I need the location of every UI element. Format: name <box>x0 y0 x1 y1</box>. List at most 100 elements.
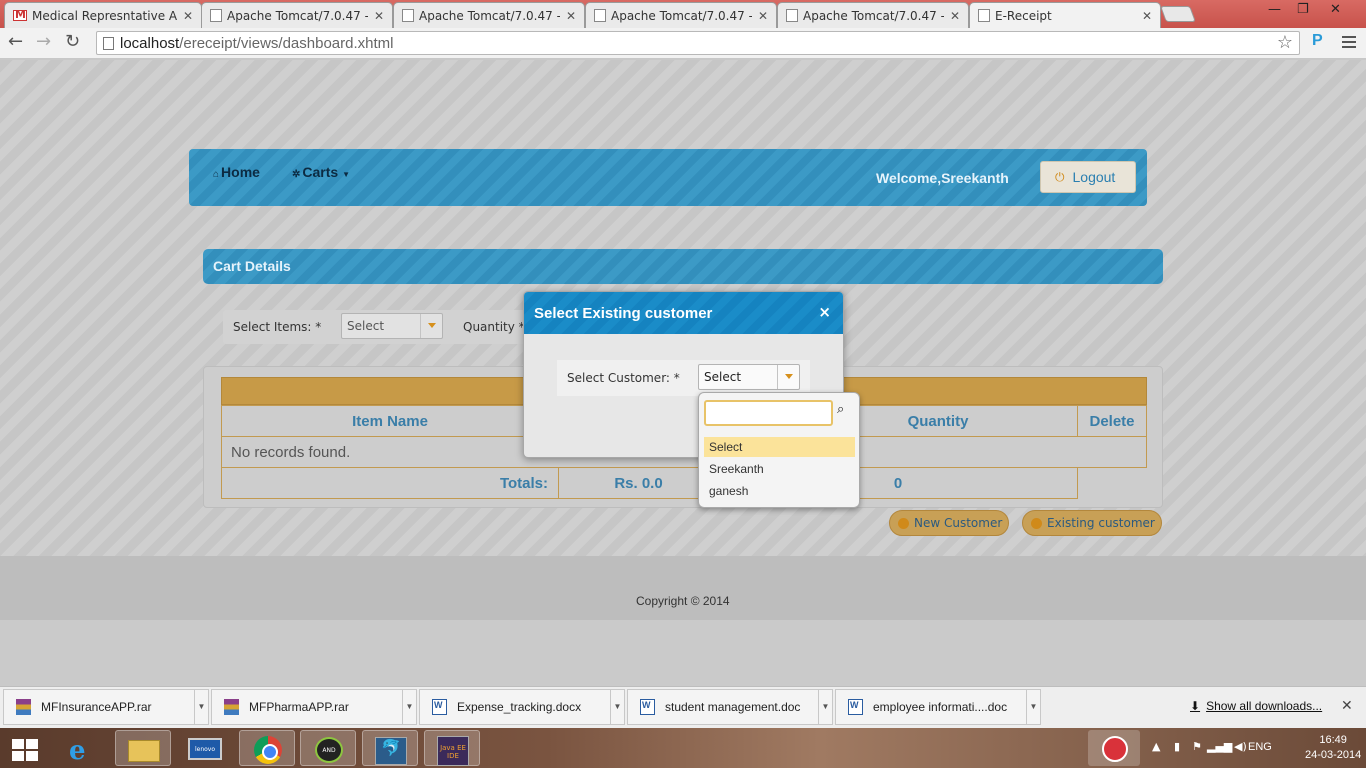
taskbar-file-explorer[interactable] <box>115 730 171 766</box>
table-row-totals: Totals: Rs. 0.0 0 <box>221 467 1147 499</box>
url-path: /ereceipt/views/dashboard.xhtml <box>179 34 394 52</box>
power-icon: ⏻ <box>1055 169 1065 184</box>
nav-carts[interactable]: ✲ Carts ▼ <box>292 164 350 180</box>
tab-tomcat-4[interactable]: Apache Tomcat/7.0.47 - E ✕ <box>777 2 969 28</box>
tab-title: Apache Tomcat/7.0.47 - E <box>419 8 560 23</box>
start-icon <box>12 739 39 761</box>
download-item[interactable]: Expense_tracking.docx ▼ <box>419 689 625 725</box>
internet-explorer-icon: e <box>69 736 86 766</box>
battery-icon[interactable]: ▮ <box>1174 740 1180 753</box>
top-navigation-bar: ⌂ Home ✲ Carts ▼ Welcome,Sreekanth ⏻ Logou… <box>189 149 1147 206</box>
tab-e-receipt[interactable]: E-Receipt ✕ <box>969 2 1161 28</box>
tab-title: Medical Represntative App <box>32 8 177 23</box>
download-filename: MFInsuranceAPP.rar <box>41 700 152 714</box>
select-customer-row: Select Customer: * Select <box>557 360 810 396</box>
network-icon[interactable]: ▂▄▆ <box>1207 740 1232 753</box>
page-icon <box>103 36 114 50</box>
new-tab-button[interactable] <box>1160 6 1196 22</box>
downloads-bar: MFInsuranceAPP.rar ▼ MFPharmaAPP.rar ▼ E… <box>0 686 1366 728</box>
rar-file-icon <box>224 699 239 715</box>
taskbar-lenovo[interactable]: lenovo <box>178 730 234 766</box>
forward-icon[interactable]: → <box>36 31 51 52</box>
tab-medical-app[interactable]: Medical Represntative App ✕ <box>4 2 202 28</box>
logout-button[interactable]: ⏻ Logout <box>1040 161 1136 193</box>
new-customer-button[interactable]: New Customer <box>889 510 1009 536</box>
action-center-icon[interactable]: ⚑ <box>1192 740 1202 753</box>
extension-p-icon[interactable]: P <box>1312 32 1323 50</box>
minimize-icon[interactable]: — <box>1268 2 1281 17</box>
tab-tomcat-1[interactable]: Apache Tomcat/7.0.47 - E ✕ <box>201 2 393 28</box>
start-button[interactable] <box>0 730 56 766</box>
nav-home[interactable]: ⌂ Home <box>213 164 260 180</box>
taskbar-clock[interactable]: 16:49 24-03-2014 <box>1305 733 1361 763</box>
chevron-down-icon[interactable] <box>420 314 442 338</box>
customer-option-ganesh[interactable]: ganesh <box>704 481 855 501</box>
taskbar-internet-explorer[interactable]: e <box>55 730 111 766</box>
page-icon <box>786 9 798 22</box>
select-items-dropdown[interactable]: Select <box>341 313 443 339</box>
close-icon[interactable]: × <box>818 303 831 321</box>
browser-toolbar: ← → ↻ localhost/ereceipt/views/dashboard… <box>0 28 1366 59</box>
column-header-delete[interactable]: Delete <box>1077 405 1147 437</box>
window-close-icon[interactable]: ✕ <box>1330 2 1341 17</box>
download-filename: MFPharmaAPP.rar <box>249 700 349 714</box>
page-background-bottom <box>0 620 1366 686</box>
close-icon[interactable]: ✕ <box>1341 698 1353 714</box>
welcome-text: Welcome,Sreekanth <box>876 170 1009 186</box>
chevron-down-icon[interactable] <box>777 365 799 389</box>
download-item[interactable]: MFPharmaAPP.rar ▼ <box>211 689 417 725</box>
customer-filter-input[interactable] <box>704 400 833 426</box>
customer-option-select[interactable]: Select <box>704 437 855 457</box>
tab-close-icon[interactable]: ✕ <box>758 9 768 23</box>
select-customer-dropdown[interactable]: Select <box>698 364 800 390</box>
chevron-down-icon[interactable]: ▼ <box>818 690 832 724</box>
tab-tomcat-3[interactable]: Apache Tomcat/7.0.47 - E ✕ <box>585 2 777 28</box>
word-file-icon <box>640 699 655 715</box>
search-icon: ⌕ <box>837 402 845 417</box>
page-viewport: ⌂ Home ✲ Carts ▼ Welcome,Sreekanth ⏻ Logou… <box>0 60 1366 686</box>
show-hidden-icons-icon[interactable]: ▲ <box>1152 740 1160 753</box>
logout-label: Logout <box>1072 169 1116 185</box>
chevron-down-icon[interactable]: ▼ <box>1026 690 1040 724</box>
chevron-down-icon[interactable]: ▼ <box>610 690 624 724</box>
tab-tomcat-2[interactable]: Apache Tomcat/7.0.47 - E ✕ <box>393 2 585 28</box>
lenovo-icon: lenovo <box>188 738 222 760</box>
taskbar-mysql-workbench[interactable]: 🐬 <box>362 730 418 766</box>
page-footer: Copyright © 2014 <box>0 556 1366 620</box>
chevron-down-icon[interactable]: ▼ <box>402 690 416 724</box>
word-file-icon <box>848 699 863 715</box>
download-item[interactable]: MFInsuranceAPP.rar ▼ <box>3 689 209 725</box>
download-item[interactable]: student management.doc ▼ <box>627 689 833 725</box>
chrome-icon <box>254 736 282 764</box>
volume-icon[interactable]: ◀) <box>1234 740 1247 753</box>
download-filename: employee informati....doc <box>873 700 1008 714</box>
tab-close-icon[interactable]: ✕ <box>1142 9 1152 23</box>
existing-customer-button[interactable]: Existing customer <box>1022 510 1162 536</box>
customer-option-sreekanth[interactable]: Sreekanth <box>704 459 855 479</box>
back-icon[interactable]: ← <box>8 31 23 52</box>
system-tray: ▲ ▮ ⚑ ▂▄▆ ◀) ENG 16:49 24-03-2014 <box>1083 728 1366 768</box>
bookmark-star-icon[interactable]: ☆ <box>1277 32 1293 53</box>
reload-icon[interactable]: ↻ <box>65 31 80 52</box>
show-all-label: Show all downloads... <box>1206 699 1323 713</box>
tab-close-icon[interactable]: ✕ <box>183 9 193 23</box>
taskbar-android[interactable]: AND <box>300 730 356 766</box>
address-bar[interactable]: localhost/ereceipt/views/dashboard.xhtml… <box>96 31 1300 55</box>
column-header-item-name[interactable]: Item Name <box>221 405 559 437</box>
tray-app-icon[interactable] <box>1088 730 1140 766</box>
language-indicator[interactable]: ENG <box>1248 741 1272 753</box>
chevron-down-icon[interactable]: ▼ <box>194 690 208 724</box>
cart-details-header: Cart Details <box>203 249 1163 284</box>
customer-dropdown-panel: ⌕ Select Sreekanth ganesh <box>698 392 860 508</box>
restore-icon[interactable]: ❐ <box>1297 2 1309 17</box>
taskbar-java-ee-ide[interactable]: Java EE IDE <box>424 730 480 766</box>
tab-close-icon[interactable]: ✕ <box>374 9 384 23</box>
show-all-downloads-link[interactable]: ⬇ Show all downloads... <box>1190 699 1322 713</box>
chrome-menu-icon[interactable] <box>1342 36 1356 51</box>
url-text: localhost/ereceipt/views/dashboard.xhtml <box>120 35 393 52</box>
copyright-text: Copyright © 2014 <box>636 594 730 608</box>
download-item[interactable]: employee informati....doc ▼ <box>835 689 1041 725</box>
taskbar-chrome[interactable] <box>239 730 295 766</box>
tab-close-icon[interactable]: ✕ <box>950 9 960 23</box>
tab-close-icon[interactable]: ✕ <box>566 9 576 23</box>
